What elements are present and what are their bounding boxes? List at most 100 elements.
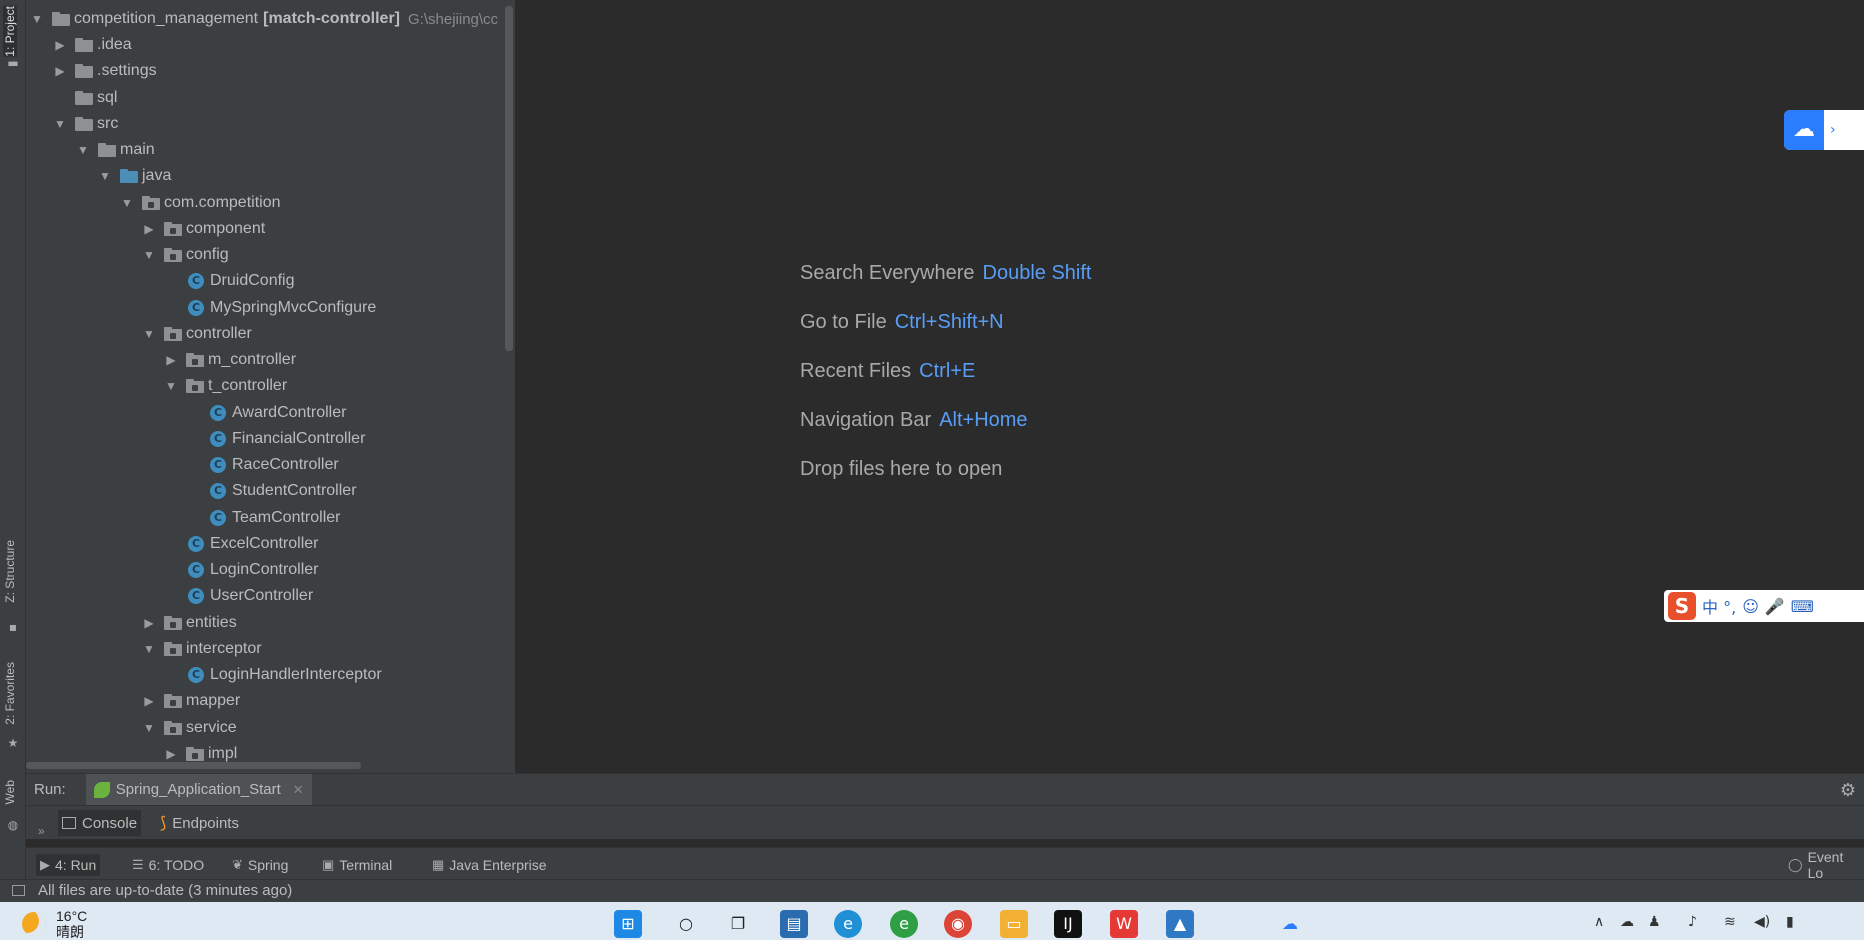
tree-item-entities[interactable]: ▶ entities (142, 610, 236, 636)
baidu-netdisk-icon[interactable]: ☁ (1276, 910, 1304, 938)
expand-right-icon[interactable]: ▶ (164, 353, 178, 367)
tree-item-myspringmvcconfigure[interactable]: C MySpringMvcConfigure (188, 295, 376, 321)
tree-item-t-controller[interactable]: ▼ t_controller (164, 373, 287, 399)
expand-right-icon[interactable]: ▶ (164, 747, 178, 761)
tab-endpoints[interactable]: ⟆ Endpoints (156, 810, 243, 836)
expand-right-icon[interactable]: ▶ (53, 38, 67, 52)
gear-icon[interactable]: ⚙ (1840, 780, 1856, 801)
intellij-icon[interactable]: IJ (1054, 910, 1082, 938)
expand-down-icon[interactable]: ▼ (164, 379, 178, 393)
expand-down-icon[interactable]: ▼ (142, 642, 156, 656)
tree-item-settings[interactable]: ▶ .settings (53, 58, 156, 84)
tab-web[interactable]: Web (3, 780, 17, 804)
microphone-icon[interactable]: 🎤 (1765, 597, 1785, 616)
browser-icon[interactable]: e (890, 910, 918, 938)
tree-root[interactable]: ▼ competition_management [match-controll… (30, 6, 498, 32)
expand-down-icon[interactable]: ▼ (98, 169, 112, 183)
tree-item-m-controller[interactable]: ▶ m_controller (164, 347, 296, 373)
tree-item-racecontroller[interactable]: C RaceController (210, 452, 339, 478)
run-console-area[interactable] (26, 839, 1864, 847)
tree-item-loginhandlerinterceptor[interactable]: C LoginHandlerInterceptor (188, 662, 382, 688)
tree-item-mapper[interactable]: ▶ mapper (142, 688, 240, 714)
file-explorer-icon[interactable]: ▭ (1000, 910, 1028, 938)
tree-item-studentcontroller[interactable]: C StudentController (210, 478, 357, 504)
tree-item-src[interactable]: ▼ src (53, 111, 118, 137)
tab-structure[interactable]: Z: Structure (3, 540, 17, 603)
expand-right-icon[interactable]: ▶ (142, 616, 156, 630)
keyboard-icon[interactable]: ⌨ (1791, 597, 1814, 616)
class-icon: C (210, 457, 226, 473)
toggle-panels-icon[interactable] (12, 885, 25, 896)
tool-terminal[interactable]: ▣ Terminal (318, 854, 396, 876)
tree-item-teamcontroller[interactable]: C TeamController (210, 505, 340, 531)
photos-icon[interactable]: ▲ (1166, 910, 1194, 938)
tree-item-main[interactable]: ▼ main (76, 137, 155, 163)
weather-widget[interactable]: 16°C 晴朗 (22, 908, 87, 940)
baidu-netdisk-float[interactable]: ☁ › (1784, 110, 1864, 150)
tree-item-java[interactable]: ▼ java (98, 163, 171, 189)
expand-down-icon[interactable]: ▼ (53, 117, 67, 131)
close-icon[interactable]: ✕ (293, 782, 304, 798)
tab-project[interactable]: 1: Project (3, 6, 17, 57)
chrome-icon[interactable]: ◉ (944, 910, 972, 938)
qq-icon[interactable]: ♟ (1648, 914, 1661, 930)
tool-todo[interactable]: ☰ 6: TODO (128, 854, 208, 876)
tree-item-financialcontroller[interactable]: C FinancialController (210, 426, 365, 452)
tray-netdisk-icon[interactable]: ☁ (1620, 914, 1634, 930)
tree-item-usercontroller[interactable]: C UserController (188, 583, 313, 609)
tree-item-logincontroller[interactable]: C LoginController (188, 557, 319, 583)
chevron-up-icon[interactable]: ∧ (1594, 914, 1604, 930)
tree-item-label: StudentController (232, 482, 357, 499)
tool-event-log[interactable]: ◯ Event Lo (1784, 849, 1864, 881)
wps-icon[interactable]: W (1110, 910, 1138, 938)
ime-toolbar[interactable]: S 中 °, ☺ 🎤 ⌨ (1664, 590, 1864, 622)
hint-recent-files: Recent Files Ctrl+E (800, 360, 975, 383)
search-icon[interactable]: ○ (672, 910, 700, 938)
microphone-icon[interactable]: ♪ (1688, 914, 1697, 930)
expand-down-icon[interactable]: ▼ (76, 143, 90, 157)
wifi-icon[interactable]: ≋ (1724, 914, 1736, 930)
tree-item-config[interactable]: ▼ config (142, 242, 229, 268)
expand-right-icon[interactable]: ▶ (53, 64, 67, 78)
expand-down-icon[interactable]: ▼ (142, 721, 156, 735)
expand-down-icon[interactable]: ▼ (30, 12, 44, 26)
tool-java-enterprise[interactable]: ▦ Java Enterprise (428, 854, 551, 876)
tree-item-controller[interactable]: ▼ controller (142, 321, 252, 347)
volume-icon[interactable]: ◀) (1754, 914, 1770, 930)
emoji-icon[interactable]: ☺ (1742, 597, 1759, 616)
expand-right-icon[interactable]: ▶ (142, 694, 156, 708)
package-icon (164, 222, 182, 236)
package-icon (164, 616, 182, 630)
tool-run[interactable]: ▶ 4: Run (36, 854, 101, 876)
tool-spring[interactable]: ❦ Spring (228, 854, 292, 876)
tree-item-excelcontroller[interactable]: C ExcelController (188, 531, 318, 557)
tree-item-component[interactable]: ▶ component (142, 216, 265, 242)
windows-start-icon[interactable]: ⊞ (614, 910, 642, 938)
tree-item-interceptor[interactable]: ▼ interceptor (142, 636, 262, 662)
run-config-name: Spring_Application_Start (115, 781, 281, 798)
ide-window: 1: Project ▬ Z: Structure ▪ 2: Favorites… (0, 0, 1864, 940)
task-view-icon[interactable]: ❐ (724, 910, 752, 938)
spring-icon: ❦ (232, 857, 243, 872)
tree-item-idea[interactable]: ▶ .idea (53, 32, 131, 58)
editor-area[interactable]: Search Everywhere Double Shift Go to File… (517, 0, 1864, 773)
vertical-scrollbar[interactable] (505, 6, 513, 351)
expand-right-icon[interactable]: ▶ (142, 222, 156, 236)
tab-favorites[interactable]: 2: Favorites (3, 662, 17, 725)
tree-item-service[interactable]: ▼ service (142, 715, 237, 741)
run-config-tab[interactable]: Spring_Application_Start ✕ (85, 773, 312, 806)
tree-item-druidconfig[interactable]: C DruidConfig (188, 268, 294, 294)
tab-console[interactable]: Console (58, 810, 142, 836)
more-chevron-icon[interactable]: » (38, 824, 45, 838)
horizontal-scrollbar[interactable] (26, 762, 361, 769)
expand-down-icon[interactable]: ▼ (142, 248, 156, 262)
edge-icon[interactable]: e (834, 910, 862, 938)
tree-item-com-competition[interactable]: ▼ com.competition (120, 190, 280, 216)
tree-item-awardcontroller[interactable]: C AwardController (210, 400, 346, 426)
ime-mode[interactable]: 中 °, (1702, 594, 1736, 618)
expand-down-icon[interactable]: ▼ (120, 196, 134, 210)
tree-item-sql[interactable]: ▶ sql (53, 85, 117, 111)
expand-down-icon[interactable]: ▼ (142, 327, 156, 341)
battery-icon[interactable]: ▮ (1786, 914, 1794, 930)
app-icon[interactable]: ▤ (780, 910, 808, 938)
